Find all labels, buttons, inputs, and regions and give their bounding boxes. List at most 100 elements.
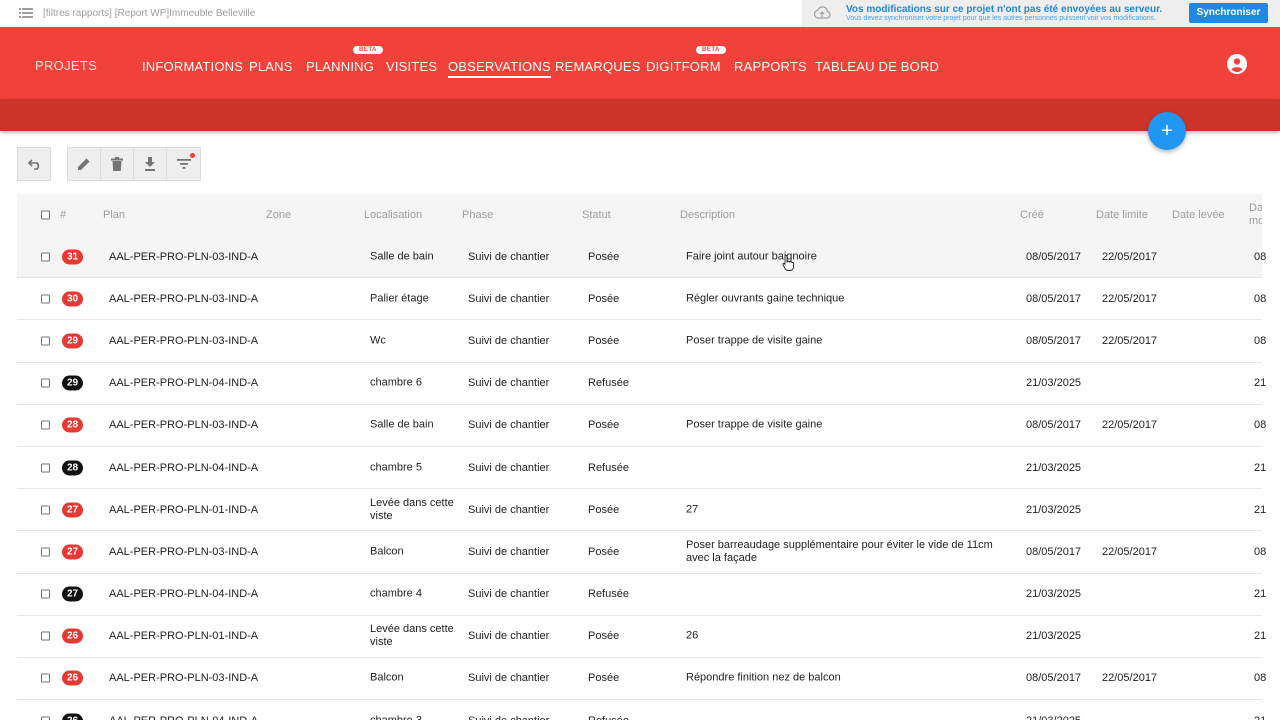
tab-plans[interactable]: PLANS — [249, 59, 293, 74]
delete-button[interactable] — [100, 147, 134, 181]
col-num[interactable]: # — [60, 209, 66, 221]
trash-icon — [111, 157, 123, 171]
cell-description: 27 — [686, 503, 699, 516]
download-button[interactable] — [133, 147, 167, 181]
edit-button[interactable] — [67, 147, 101, 181]
tab-remarques[interactable]: REMARQUES — [555, 59, 641, 74]
col-zone[interactable]: Zone — [266, 209, 291, 221]
col-phase[interactable]: Phase — [462, 209, 493, 221]
cell-date-limite: 22/05/2017 — [1102, 292, 1158, 305]
sync-warning: Vos modifications sur ce projet n'ont pa… — [802, 0, 1280, 27]
list-icon[interactable] — [19, 7, 33, 19]
observation-number-badge: 26 — [62, 713, 83, 720]
filter-icon — [176, 159, 191, 169]
row-checkbox[interactable] — [41, 463, 50, 473]
row-checkbox[interactable] — [41, 505, 50, 515]
observation-number-badge: 27 — [62, 502, 83, 518]
cell-date-limite: 22/05/2017 — [1102, 334, 1158, 347]
cell-statut: Refusée — [588, 461, 629, 474]
row-checkbox[interactable] — [41, 294, 50, 304]
projets-link[interactable]: PROJETS — [35, 58, 97, 73]
cell-date-limite: 22/05/2017 — [1102, 419, 1158, 432]
observations-table: # Plan Zone Localisation Phase Statut De… — [17, 194, 1266, 720]
cell-cree: 21/03/2025 — [1026, 715, 1081, 720]
col-plan[interactable]: Plan — [103, 209, 125, 221]
cell-description: Régler ouvrants gaine technique — [686, 292, 845, 305]
tab-tableau-de-bord[interactable]: TABLEAU DE BORD — [815, 59, 939, 74]
app-header: PROJETS INFORMATIONS PLANS PLANNING BETA … — [0, 27, 1280, 99]
observation-number-badge: 30 — [62, 291, 83, 307]
tab-visites[interactable]: VISITES — [386, 59, 437, 74]
row-checkbox[interactable] — [41, 673, 50, 683]
col-description[interactable]: Description — [680, 209, 735, 221]
download-icon — [145, 157, 155, 171]
cell-statut: Refusée — [588, 715, 629, 720]
row-checkbox[interactable] — [41, 252, 50, 262]
cell-description: Répondre finition nez de balcon — [686, 671, 841, 684]
table-row[interactable]: 30 AAL-PER-PRO-PLN-03-IND-A Palier étage Su… — [17, 278, 1266, 321]
observation-number-badge: 26 — [62, 670, 83, 686]
tab-planning[interactable]: PLANNING BETA — [306, 46, 383, 74]
col-statut[interactable]: Statut — [582, 209, 611, 221]
table-row[interactable]: 28 AAL-PER-PRO-PLN-03-IND-A Salle de bain S… — [17, 405, 1266, 447]
cell-phase: Suivi de chantier — [468, 715, 549, 720]
col-date-levee[interactable]: Date levée — [1172, 209, 1225, 221]
add-observation-button[interactable]: + — [1148, 112, 1186, 150]
table-row[interactable]: 26 AAL-PER-PRO-PLN-01-IND-A Levée dans cet… — [17, 616, 1266, 658]
table-row[interactable]: 28 AAL-PER-PRO-PLN-04-IND-A chambre 5 Suivi… — [17, 447, 1266, 490]
cell-description: Faire joint autour baignoire — [686, 250, 817, 263]
row-checkbox[interactable] — [41, 378, 50, 388]
table-body: 31 AAL-PER-PRO-PLN-03-IND-A Salle de bain S… — [17, 236, 1266, 720]
table-row[interactable]: 26 AAL-PER-PRO-PLN-03-IND-A Balcon Suivi de… — [17, 658, 1266, 701]
cell-date-modification: 08 — [1254, 672, 1267, 685]
table-row[interactable]: 29 AAL-PER-PRO-PLN-04-IND-A chambre 6 Suivi… — [17, 363, 1266, 405]
cell-date-limite: 22/05/2017 — [1102, 250, 1158, 263]
table-row[interactable]: 31 AAL-PER-PRO-PLN-03-IND-A Salle de bain S… — [17, 236, 1266, 279]
cell-statut: Posée — [588, 503, 620, 516]
tab-rapports[interactable]: RAPPORTS — [734, 59, 807, 74]
cell-statut: Posée — [588, 250, 620, 263]
cell-phase: Suivi de chantier — [468, 377, 550, 390]
observation-number-badge: 29 — [62, 333, 83, 349]
tab-observations[interactable]: OBSERVATIONS — [448, 59, 551, 78]
breadcrumb: [filtres rapports] [Report WP]Immeuble B… — [19, 7, 255, 19]
beta-badge: BETA — [353, 46, 383, 54]
filter-button[interactable] — [166, 147, 201, 181]
row-checkbox[interactable] — [41, 420, 50, 430]
cell-localisation: Wc — [370, 334, 386, 347]
col-date-modification[interactable]: Date mo — [1249, 202, 1262, 228]
cell-phase: Suivi de chantier — [468, 419, 550, 432]
row-checkbox[interactable] — [41, 716, 50, 720]
col-cree[interactable]: Créé — [1020, 209, 1044, 221]
account-icon[interactable] — [1227, 54, 1247, 74]
row-checkbox[interactable] — [41, 547, 50, 557]
row-checkbox[interactable] — [41, 631, 50, 641]
mouse-cursor-icon — [782, 255, 794, 271]
cell-cree: 21/03/2025 — [1026, 503, 1082, 516]
cell-statut: Posée — [588, 545, 620, 558]
table-row[interactable]: 29 AAL-PER-PRO-PLN-03-IND-A Wc Suivi de cha… — [17, 320, 1266, 363]
undo-button[interactable] — [17, 147, 51, 181]
cell-phase: Suivi de chantier — [468, 250, 550, 263]
col-localisation[interactable]: Localisation — [364, 209, 422, 221]
select-all-checkbox[interactable] — [41, 210, 50, 220]
observation-number-badge: 27 — [62, 544, 83, 560]
table-row[interactable]: 26 AAL-PER-PRO-PLN-04-IND-A chambre 3 Suivi… — [17, 700, 1266, 720]
cell-cree: 08/05/2017 — [1026, 419, 1082, 432]
cell-date-modification: 21 — [1254, 461, 1267, 474]
tab-informations[interactable]: INFORMATIONS — [142, 59, 243, 74]
table-row[interactable]: 27 AAL-PER-PRO-PLN-01-IND-A Levée dans cet… — [17, 489, 1266, 532]
synchroniser-button[interactable]: Synchroniser — [1189, 3, 1268, 23]
cell-date-modification: 21 — [1254, 377, 1267, 390]
cell-plan: AAL-PER-PRO-PLN-04-IND-A — [109, 377, 259, 390]
table-row[interactable]: 27 AAL-PER-PRO-PLN-04-IND-A chambre 4 Suivi… — [17, 574, 1266, 616]
cell-date-limite: 22/05/2017 — [1102, 545, 1158, 558]
cell-localisation: Levée dans cette viste — [370, 623, 454, 649]
row-checkbox[interactable] — [41, 336, 50, 346]
cell-cree: 21/03/2025 — [1026, 630, 1082, 643]
cell-cree: 21/03/2025 — [1026, 377, 1082, 390]
row-checkbox[interactable] — [41, 589, 50, 599]
table-row[interactable]: 27 AAL-PER-PRO-PLN-03-IND-A Balcon Suivi de… — [17, 531, 1266, 574]
col-date-limite[interactable]: Date limite — [1096, 209, 1148, 221]
tab-digitform[interactable]: DIGITFORM BETA — [646, 46, 726, 74]
